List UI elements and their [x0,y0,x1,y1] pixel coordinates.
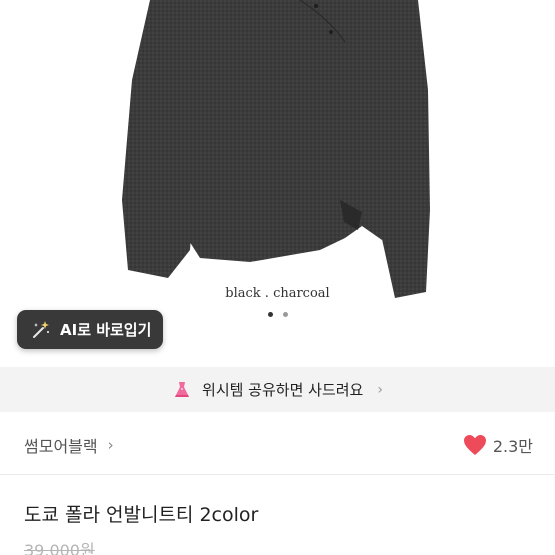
ai-try-on-label: AI로 바로입기 [60,321,152,339]
carousel-dot[interactable] [282,312,288,317]
like-count: 2.3만 [492,437,533,456]
store-row: 썸모어블랙 › 2.3만 [0,425,555,465]
product-image-carousel[interactable]: black . charcoal [0,0,555,360]
original-price: 39,000원 [24,541,95,555]
wishlist-share-text: 위시템 공유하면 사드려요 [202,381,364,399]
carousel-dot[interactable] [267,312,273,317]
magic-wand-icon [33,320,49,338]
ai-try-on-button[interactable]: AI로 바로입기 [17,310,163,349]
heart-icon [463,435,486,455]
divider [0,474,555,475]
dress-icon [175,381,190,397]
store-name: 썸모어블랙 [24,437,98,456]
wishlist-share-banner[interactable]: 위시템 공유하면 사드려요 › [0,367,555,412]
chevron-right-icon: › [377,381,383,398]
product-photo [122,0,430,298]
image-caption: black . charcoal [225,286,330,301]
chevron-right-icon: › [107,436,114,454]
product-title: 도쿄 폴라 언발니트티 2color [24,504,259,526]
store-link[interactable]: 썸모어블랙 › [24,433,114,457]
like-button[interactable]: 2.3만 [463,433,533,457]
